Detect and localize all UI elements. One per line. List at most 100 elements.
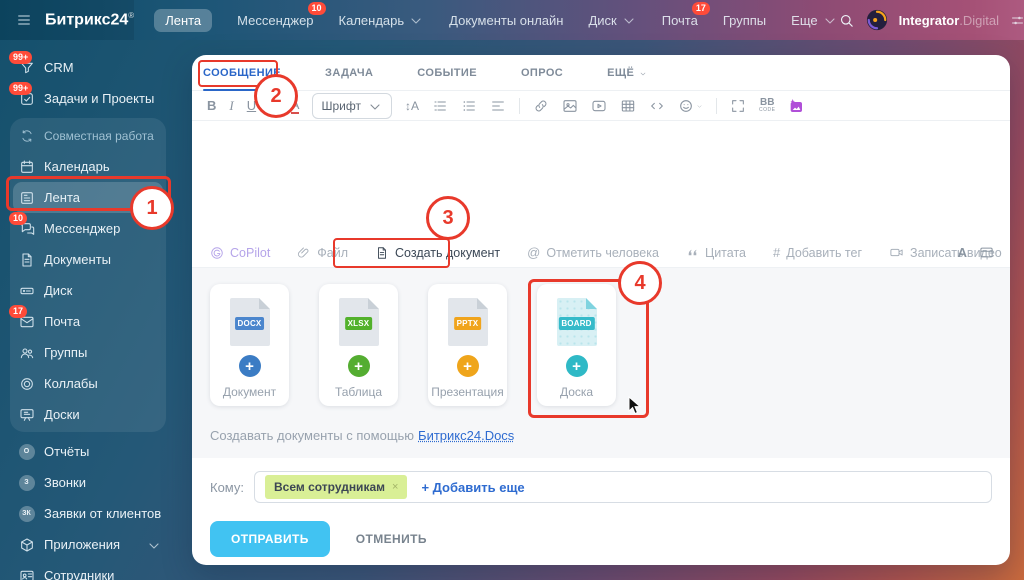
create-board-card[interactable]: BOARD + Доска [537, 284, 616, 406]
sidebar-item-reports[interactable]: О Отчёты [0, 436, 176, 467]
attachments-row: CoPilot Файл Создать документ @ Отметить … [192, 238, 1010, 268]
message-editor[interactable] [192, 121, 1010, 238]
disk-icon [18, 282, 35, 299]
plus-icon: + [456, 355, 479, 377]
topnav-mail[interactable]: Почта 17 [662, 1, 710, 28]
topnav-groups[interactable]: Группы [723, 13, 766, 28]
tab-poll[interactable]: ОПРОС [521, 55, 563, 91]
chevron-down-icon [621, 13, 637, 29]
bbcode-button[interactable]: BB CODE [759, 98, 775, 113]
topnav-documents-online[interactable]: Документы онлайн [449, 13, 563, 28]
insert-image-button[interactable] [562, 98, 578, 114]
copilot-button[interactable]: CoPilot [210, 246, 270, 260]
id-card-icon [18, 567, 35, 580]
document-icon [375, 246, 389, 260]
sidebar-item-documents[interactable]: Документы [10, 244, 166, 275]
topbar-right: Integrator.Digital [838, 9, 1024, 31]
avatar[interactable] [866, 9, 888, 31]
sidebar-item-messenger[interactable]: 10 Мессенджер [9, 212, 166, 244]
account-name[interactable]: Integrator.Digital [899, 13, 999, 28]
panel-icon[interactable] [979, 245, 994, 260]
topnav-feed[interactable]: Лента [154, 8, 213, 32]
add-tag-button[interactable]: # Добавить тег [773, 246, 862, 260]
toolbar-divider [715, 97, 717, 114]
sidebar-item-tasks[interactable]: 99+ Задачи и Проекты [0, 82, 176, 114]
app-logo[interactable]: Битрикс24® [45, 11, 134, 29]
ai-image-button[interactable] [788, 98, 804, 114]
create-xlsx-card[interactable]: XLSX + Таблица [319, 284, 398, 406]
menu-icon[interactable] [16, 12, 32, 28]
sidebar-item-collabs[interactable]: Коллабы [10, 368, 166, 399]
remove-tag-icon[interactable]: × [392, 481, 398, 493]
align-button[interactable] [490, 98, 506, 114]
italic-button[interactable]: I [229, 99, 233, 112]
tab-task[interactable]: ЗАДАЧА [325, 55, 373, 91]
mention-person-button[interactable]: @ Отметить человека [527, 246, 659, 260]
create-document-button[interactable]: Создать документ [375, 246, 500, 260]
chevron-down-icon [408, 13, 424, 29]
quote-icon [686, 246, 699, 259]
add-recipient-link[interactable]: + Добавить еще [421, 480, 524, 495]
sidebar-item-crm[interactable]: 99+ CRM [0, 51, 176, 83]
sidebar-item-apps[interactable]: Приложения [0, 529, 176, 560]
emoji-button[interactable] [678, 98, 703, 114]
recipient-tag[interactable]: Всем сотрудникам × [265, 475, 408, 499]
sidebar-item-staff[interactable]: Сотрудники [0, 560, 176, 580]
tab-more[interactable]: ЕЩЁ [607, 55, 647, 91]
font-size-button[interactable]: ↕A [405, 100, 419, 112]
insert-table-button[interactable] [620, 98, 636, 114]
sidebar-item-mail[interactable]: 17 Почта [9, 305, 166, 337]
calendar-icon [18, 158, 35, 175]
sidebar-item-groups[interactable]: Группы [10, 337, 166, 368]
bullet-list-button[interactable] [461, 98, 477, 114]
sidebar-item-calls[interactable]: З Звонки [0, 467, 176, 498]
recipients-input[interactable]: Всем сотрудникам × + Добавить еще [254, 471, 992, 503]
plus-icon: + [347, 355, 370, 377]
ordered-list-button[interactable] [432, 98, 448, 114]
cancel-button[interactable]: ОТМЕНИТЬ [356, 532, 427, 546]
attach-file-button[interactable]: Файл [297, 246, 348, 260]
sidebar-item-boards[interactable]: Доски [10, 399, 166, 430]
fullscreen-button[interactable] [730, 98, 746, 114]
sidebar-group-collaboration: Совместная работа Календарь Лента 10 Мес… [9, 118, 166, 432]
plus-icon: + [565, 355, 588, 377]
strikethrough-button[interactable]: S [269, 99, 278, 112]
sliders-icon[interactable] [1010, 13, 1024, 28]
insert-video-button[interactable] [591, 98, 607, 114]
topnav-disk[interactable]: Диск [588, 11, 636, 29]
sidebar-item-client-requests[interactable]: ЗК Заявки от клиентов [0, 498, 176, 529]
crm-funnel-icon: 99+ [9, 51, 35, 76]
copilot-icon [210, 246, 224, 260]
create-docx-card[interactable]: DOCX + Документ [210, 284, 289, 406]
board-icon [18, 406, 35, 423]
tab-message[interactable]: СООБЩЕНИЕ [203, 55, 282, 91]
feed-icon [18, 189, 35, 206]
topnav-more[interactable]: Еще [791, 11, 837, 29]
send-button[interactable]: ОТПРАВИТЬ [210, 521, 330, 557]
underline-button[interactable]: U [247, 99, 256, 112]
create-pptx-card[interactable]: PPTX + Презентация [428, 284, 507, 406]
sidebar-item-calendar[interactable]: Календарь [10, 151, 166, 182]
font-color-button[interactable]: A [290, 98, 300, 114]
font-select[interactable]: Шрифт [312, 92, 392, 119]
bitrix-docs-link[interactable]: Битрикс24.Docs [418, 428, 514, 443]
sidebar-group-header[interactable]: Совместная работа [10, 120, 166, 151]
messenger-sidebar-badge: 10 [9, 212, 28, 225]
toolbar-divider [518, 97, 520, 114]
collaboration-icon [18, 127, 35, 144]
text-mode-button[interactable]: A [958, 245, 967, 260]
sidebar-item-feed[interactable]: Лента [13, 182, 163, 213]
link-button[interactable] [533, 98, 549, 114]
topnav-calendar[interactable]: Календарь [339, 11, 425, 29]
calls-letter-icon: З [18, 474, 35, 491]
code-button[interactable] [649, 98, 665, 114]
search-icon[interactable] [838, 12, 855, 29]
bold-button[interactable]: B [207, 99, 216, 112]
topnav-messenger[interactable]: Мессенджер 10 [237, 1, 326, 28]
composer-tabs: СООБЩЕНИЕ ЗАДАЧА СОБЫТИЕ ОПРОС ЕЩЁ [192, 55, 1010, 91]
tab-event[interactable]: СОБЫТИЕ [417, 55, 477, 91]
quote-button[interactable]: Цитата [686, 246, 746, 260]
chevron-down-icon [367, 99, 383, 115]
chevron-down-icon [146, 538, 162, 554]
sidebar-item-disk[interactable]: Диск [10, 275, 166, 306]
